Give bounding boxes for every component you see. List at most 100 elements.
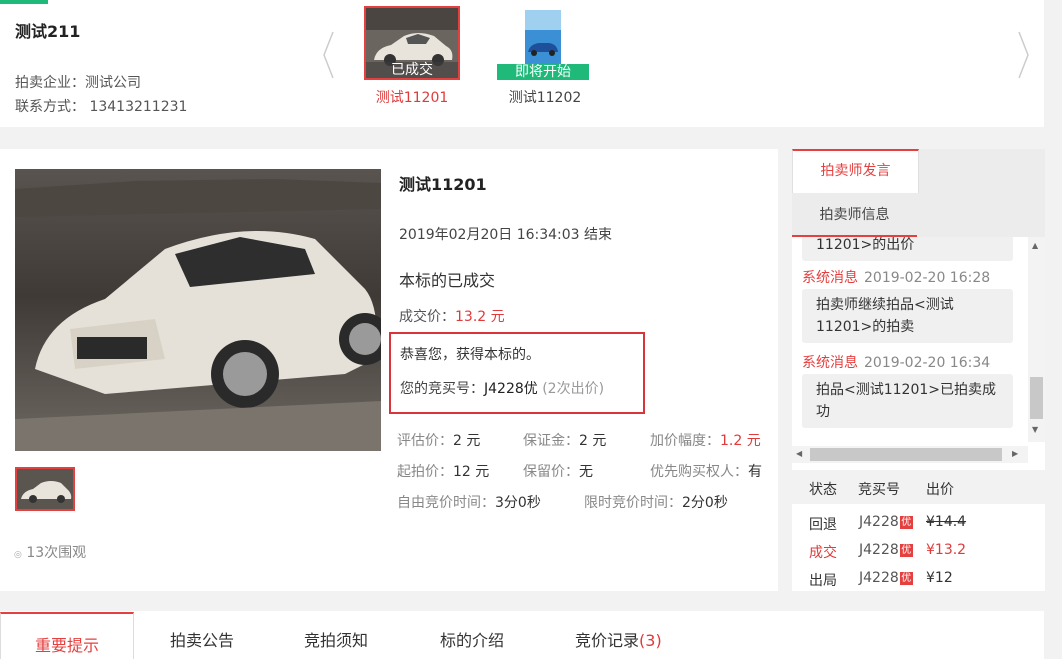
detail-tabs: 重要提示 拍卖公告 竞拍须知 标的介绍 竞价记录(3) bbox=[0, 611, 1044, 659]
lot-name-11201[interactable]: 测试11201 bbox=[364, 87, 460, 107]
increment-label: 加价幅度： bbox=[650, 433, 720, 449]
winner-congrats: 恭喜您，获得本标的。 bbox=[400, 347, 540, 363]
deposit-value: 2 元 bbox=[579, 433, 607, 449]
bid-number-text: J4228 bbox=[859, 542, 899, 558]
reserve-value: 无 bbox=[579, 464, 593, 480]
priority-label: 优先购买权人： bbox=[650, 464, 748, 480]
lot-end-time: 2019年02月20日 16:34:03 结束 bbox=[399, 227, 613, 243]
lot-thumbnail[interactable]: 已成交 bbox=[364, 6, 460, 80]
message-time: 2019-02-20 16:34 bbox=[864, 355, 991, 371]
scrollbar-thumb[interactable] bbox=[810, 448, 1002, 461]
winner-bid-number: 您的竞买号：J4228优 (2次出价) bbox=[400, 378, 604, 398]
priority-badge: 优 bbox=[899, 516, 913, 529]
view-count: ◎ 13次围观 bbox=[14, 542, 86, 562]
next-arrow-icon[interactable] bbox=[1017, 30, 1031, 80]
increment-value: 1.2 元 bbox=[720, 433, 761, 449]
message-bubble: 拍品<测试11201>已拍卖成功 bbox=[802, 374, 1013, 428]
lot-flag-upcoming: 即将开始 bbox=[497, 64, 589, 80]
reserve-label: 保留价： bbox=[523, 464, 579, 480]
deal-price: 成交价：13.2 元 bbox=[399, 306, 505, 326]
limit-bid-time: 限时竞价时间：2分0秒 bbox=[584, 492, 728, 512]
tab-announcement[interactable]: 拍卖公告 bbox=[170, 627, 234, 651]
tab-auctioneer-speech[interactable]: 拍卖师发言 bbox=[792, 149, 919, 193]
col-status: 状态 bbox=[809, 482, 837, 498]
lot-status: 本标的已成交 bbox=[399, 271, 496, 290]
lot-card-11202[interactable]: 即将开始 测试11202 bbox=[497, 6, 593, 107]
bid-number-text: J4228 bbox=[859, 514, 899, 530]
limit-time-value: 2分0秒 bbox=[682, 495, 728, 511]
starting-price: 起拍价：12 元 bbox=[397, 461, 489, 481]
free-time-value: 3分0秒 bbox=[495, 495, 541, 511]
free-bid-time: 自由竞价时间：3分0秒 bbox=[397, 492, 541, 512]
priority-badge: 优 bbox=[899, 544, 913, 557]
bid-number-label: 您的竞买号： bbox=[400, 381, 484, 397]
increment: 加价幅度：1.2 元 bbox=[650, 430, 761, 450]
lot-thumbnail[interactable]: 即将开始 bbox=[497, 6, 589, 80]
bid-record-table: 状态 竞买号 出价 回退 J4228 优 ¥14.4 成交 J4228 优 ¥13.… bbox=[792, 470, 1045, 591]
bid-number: J4228 优 bbox=[859, 514, 913, 530]
bid-number-value: J4228优 bbox=[484, 381, 538, 397]
priority-buyer: 优先购买权人：有 bbox=[650, 461, 762, 481]
session-title: 测试211 bbox=[15, 22, 81, 41]
bid-number: J4228 优 bbox=[859, 570, 913, 586]
deal-price-label: 成交价： bbox=[399, 309, 455, 325]
winner-notice-box: 恭喜您，获得本标的。 您的竞买号：J4228优 (2次出价) bbox=[389, 332, 645, 414]
message-header: 系统消息 2019-02-20 16:28 bbox=[802, 267, 990, 287]
deposit-label: 保证金： bbox=[523, 433, 579, 449]
message-time: 2019-02-20 16:28 bbox=[864, 270, 991, 286]
scrollbar-thumb[interactable] bbox=[1030, 377, 1043, 419]
bid-price: ¥14.4 bbox=[926, 514, 967, 530]
scroll-left-icon[interactable]: ◀ bbox=[796, 449, 802, 458]
message-bubble: 拍卖师继续拍品<测试11201>的拍卖 bbox=[802, 289, 1013, 343]
session-contact: 联系方式： 13413211231 bbox=[15, 99, 188, 115]
prev-arrow-icon[interactable] bbox=[321, 30, 335, 80]
message-vertical-scrollbar[interactable]: ▲ ▼ bbox=[1028, 237, 1045, 442]
col-bid-number: 竞买号 bbox=[858, 482, 900, 498]
limit-time-label: 限时竞价时间： bbox=[584, 495, 682, 511]
bid-status: 成交 bbox=[809, 545, 837, 561]
tab-bid-records-label: 竞价记录 bbox=[575, 631, 640, 650]
tab-important-notice[interactable]: 重要提示 bbox=[0, 612, 134, 659]
bid-number-text: J4228 bbox=[859, 570, 899, 586]
deal-price-value: 13.2 元 bbox=[455, 309, 505, 325]
tab-bid-records[interactable]: 竞价记录(3) bbox=[575, 627, 662, 651]
tab-auctioneer-info[interactable]: 拍卖师信息 bbox=[792, 193, 917, 237]
message-header: 系统消息 2019-02-20 16:34 bbox=[802, 352, 990, 372]
auctioneer-tabs: 拍卖师发言 拍卖师信息 bbox=[792, 149, 1045, 237]
tab-lot-intro[interactable]: 标的介绍 bbox=[440, 627, 504, 651]
auctioneer-panel: 拍卖师发言 拍卖师信息 11201>的出价 系统消息 2019-02-20 16:… bbox=[792, 149, 1045, 591]
lot-flag-sold: 已成交 bbox=[366, 62, 458, 78]
message-source: 系统消息 bbox=[802, 270, 858, 286]
estimate-price: 评估价：2 元 bbox=[397, 430, 480, 450]
bid-status: 回退 bbox=[809, 517, 837, 533]
estimate-label: 评估价： bbox=[397, 433, 453, 449]
lot-thumbnail-selected[interactable] bbox=[15, 467, 75, 511]
view-count-text: 13次围观 bbox=[26, 545, 87, 561]
bid-status: 出局 bbox=[809, 573, 837, 589]
session-status-tag bbox=[0, 0, 48, 4]
message-horizontal-scrollbar[interactable]: ◀ ▶ bbox=[792, 446, 1028, 463]
eye-icon: ◎ bbox=[14, 550, 22, 560]
col-price: 出价 bbox=[926, 482, 954, 498]
message-list[interactable]: 11201>的出价 系统消息 2019-02-20 16:28 拍卖师继续拍品<测… bbox=[792, 237, 1028, 437]
start-label: 起拍价： bbox=[397, 464, 453, 480]
lot-name-11202[interactable]: 测试11202 bbox=[497, 87, 593, 107]
free-time-label: 自由竞价时间： bbox=[397, 495, 495, 511]
deposit: 保证金：2 元 bbox=[523, 430, 606, 450]
scroll-up-icon[interactable]: ▲ bbox=[1032, 241, 1038, 250]
session-company: 拍卖企业：测试公司 bbox=[15, 75, 141, 91]
scroll-right-icon[interactable]: ▶ bbox=[1012, 449, 1018, 458]
bid-count: (2次出价) bbox=[542, 381, 605, 397]
estimate-value: 2 元 bbox=[453, 433, 481, 449]
lot-title: 测试11201 bbox=[399, 175, 487, 194]
scroll-down-icon[interactable]: ▼ bbox=[1032, 425, 1038, 434]
message-bubble: 11201>的出价 bbox=[802, 237, 1013, 261]
tab-bidding-rules[interactable]: 竞拍须知 bbox=[304, 627, 368, 651]
message-source: 系统消息 bbox=[802, 355, 858, 371]
start-value: 12 元 bbox=[453, 464, 490, 480]
bid-table-header: 状态 竞买号 出价 bbox=[792, 470, 1045, 504]
priority-badge: 优 bbox=[899, 572, 913, 585]
priority-value: 有 bbox=[748, 464, 762, 480]
lot-card-11201[interactable]: 已成交 测试11201 bbox=[364, 6, 460, 107]
bid-price: ¥13.2 bbox=[926, 542, 967, 558]
